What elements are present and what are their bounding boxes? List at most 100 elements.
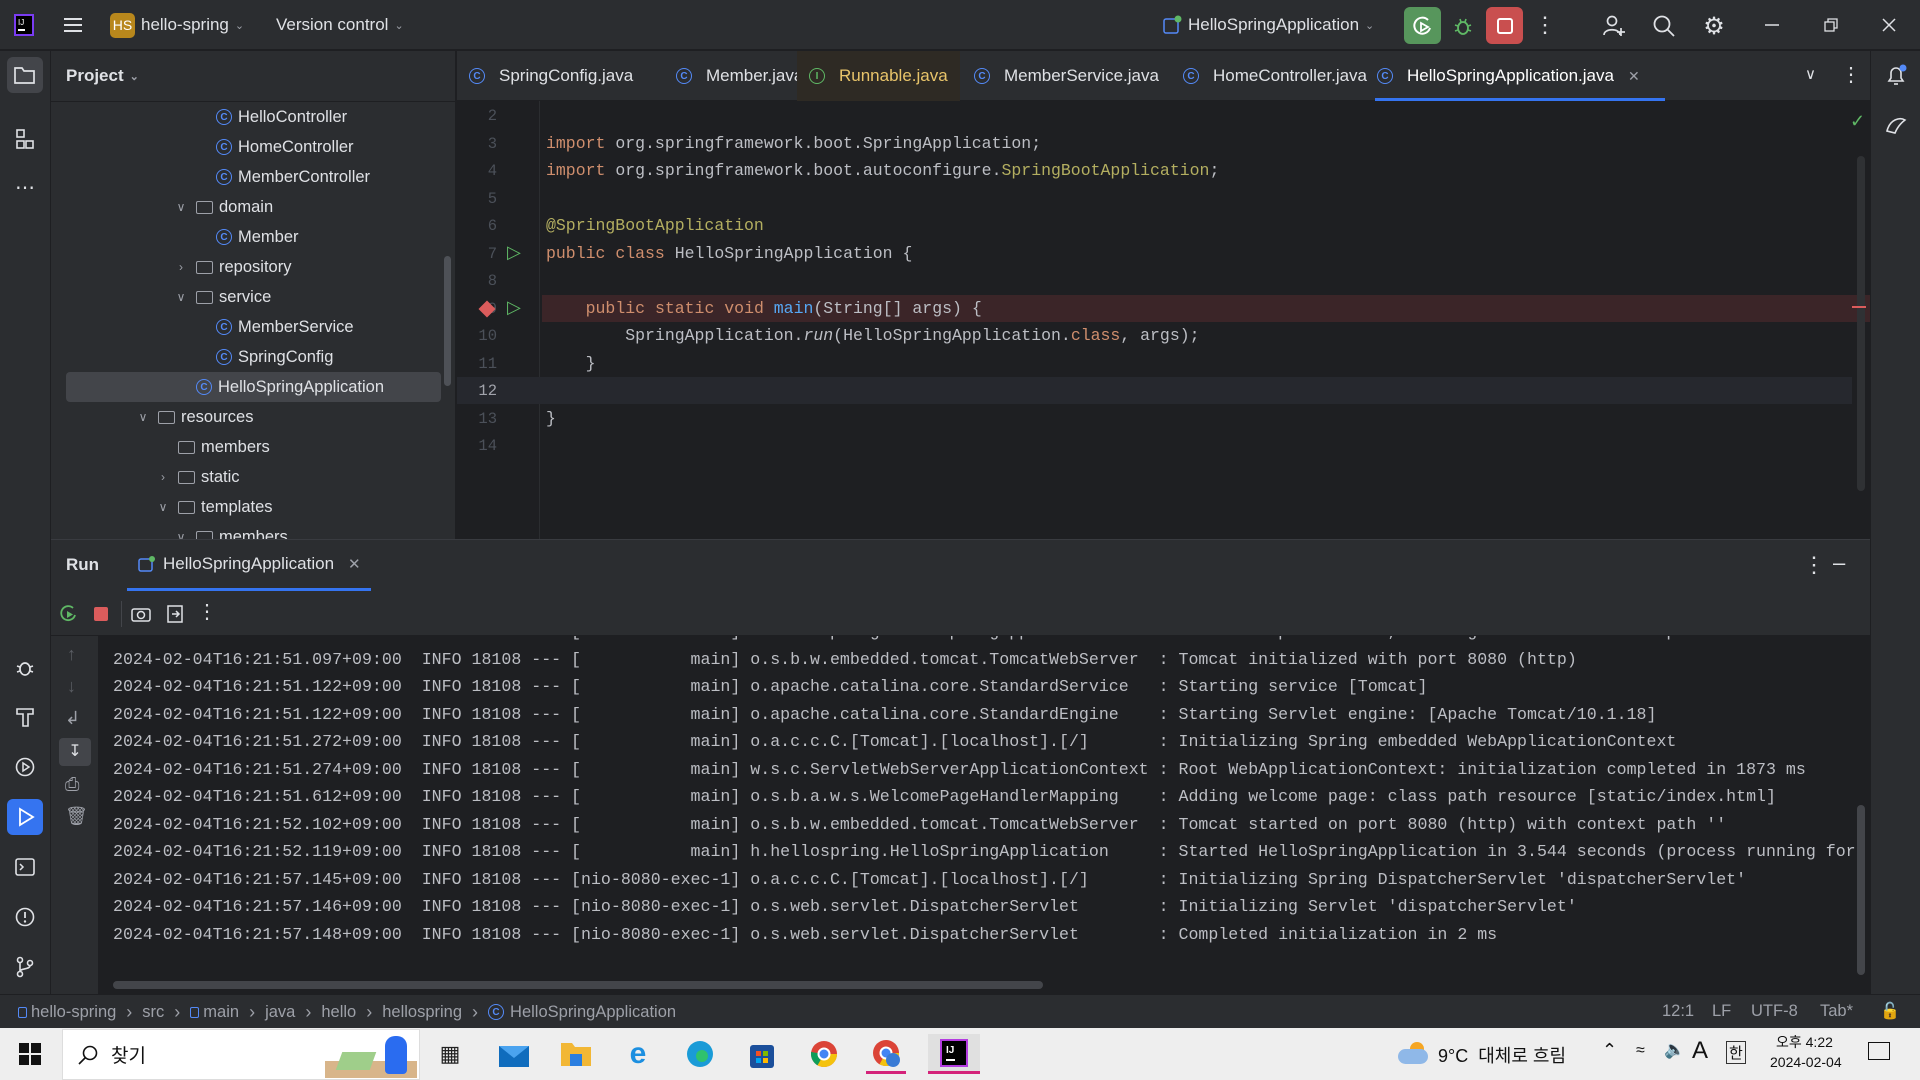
ai-assistant-button[interactable] — [1878, 107, 1914, 143]
project-tool-button[interactable] — [7, 57, 43, 93]
breadcrumb-item[interactable]: main — [203, 1003, 239, 1022]
chevron-down-icon[interactable]: ∨ — [174, 290, 188, 304]
services-tool-button[interactable] — [7, 749, 43, 785]
tab-hellospringapplication-java[interactable]: C HelloSpringApplication.java ✕ — [1365, 51, 1665, 101]
tab-more-icon[interactable]: ⋮ — [1841, 62, 1861, 87]
stop-button[interactable] — [1486, 7, 1523, 44]
close-tab-icon[interactable]: ✕ — [1628, 68, 1640, 85]
input-mode-indicator[interactable]: A — [1692, 1037, 1708, 1065]
tree-item[interactable]: C MemberController — [51, 162, 441, 192]
editor-scrollbar[interactable] — [1857, 156, 1865, 491]
tree-item[interactable]: C HelloController — [51, 102, 441, 132]
tree-item[interactable]: C SpringConfig — [51, 342, 441, 372]
file-explorer-icon[interactable] — [556, 1034, 596, 1074]
tree-item[interactable]: › repository — [51, 252, 441, 282]
chevron-right-icon[interactable]: › — [174, 260, 188, 274]
camera-icon[interactable] — [129, 602, 153, 626]
project-selector[interactable]: HS hello-spring ⌄ — [110, 0, 244, 50]
notifications-button[interactable] — [1878, 57, 1914, 93]
indent-setting[interactable]: Tab* — [1820, 1002, 1853, 1021]
problems-tool-button[interactable] — [7, 899, 43, 935]
chevron-right-icon[interactable]: › — [156, 470, 170, 484]
run-tool-button[interactable] — [7, 799, 43, 835]
task-view-icon[interactable]: ▦ — [430, 1034, 470, 1074]
tree-item[interactable]: members — [51, 432, 441, 462]
clear-trash-icon[interactable]: 🗑 — [65, 806, 88, 827]
chevron-down-icon[interactable]: ∨ — [156, 500, 170, 514]
tab-member-java[interactable]: C Member.java — [664, 51, 815, 101]
settings-gear-icon[interactable]: ⚙ — [1700, 12, 1728, 40]
breadcrumb-item[interactable]: java — [265, 1003, 295, 1022]
version-control-menu[interactable]: Version control ⌄ — [276, 0, 404, 50]
more-tools-icon[interactable]: ⋯ — [7, 169, 43, 205]
chevron-down-icon[interactable]: ∨ — [174, 530, 188, 539]
tab-memberservice-java[interactable]: C MemberService.java — [962, 51, 1171, 101]
tree-item[interactable]: C Member — [51, 222, 441, 252]
restore-button[interactable] — [1818, 12, 1844, 38]
tree-item[interactable]: ∨ members — [51, 522, 441, 539]
scroll-up-icon[interactable]: ↑ — [67, 644, 76, 665]
breadcrumb-item[interactable]: src — [142, 1003, 164, 1022]
git-tool-button[interactable] — [7, 949, 43, 985]
lock-icon[interactable]: 🔓 — [1880, 1001, 1900, 1021]
tab-runnable-java[interactable]: I Runnable.java — [797, 51, 960, 101]
tab-list-chevron-icon[interactable]: ∨ — [1805, 65, 1816, 83]
tree-item[interactable]: ∨ resources — [51, 402, 441, 432]
soft-wrap-icon[interactable]: ↲ — [65, 708, 80, 729]
console-horizontal-scrollbar[interactable] — [113, 981, 1043, 989]
scroll-to-end-icon[interactable]: ↧ — [59, 738, 91, 766]
mail-app-icon[interactable] — [494, 1034, 534, 1074]
ime-indicator[interactable]: 한 — [1726, 1041, 1746, 1064]
debug-button[interactable] — [1448, 7, 1478, 44]
scroll-down-icon[interactable]: ↓ — [67, 676, 76, 697]
console-output[interactable]: 2024-02-04T16:21:47.278+09:00 INFO 18108… — [113, 636, 1918, 976]
hide-panel-icon[interactable]: – — [1833, 550, 1845, 576]
clock-date[interactable]: 2024-02-04 — [1770, 1054, 1842, 1070]
chrome-icon[interactable] — [804, 1034, 844, 1074]
breadcrumb-item[interactable]: hellospring — [382, 1003, 462, 1022]
more-actions-icon[interactable]: ⋮ — [1534, 12, 1556, 38]
rerun-button[interactable] — [1404, 7, 1441, 44]
clock-time[interactable]: 오후 4:22 — [1776, 1032, 1833, 1052]
debug-tool-button[interactable] — [7, 649, 43, 685]
code-editor[interactable]: 2 3 import org.springframework.boot.Spring… — [457, 101, 1870, 539]
tree-item[interactable]: C HelloSpringApplication — [66, 372, 441, 402]
rerun-icon[interactable] — [57, 602, 81, 626]
file-encoding[interactable]: UTF-8 — [1751, 1002, 1798, 1021]
windows-start-icon[interactable] — [10, 1034, 50, 1074]
line-ending[interactable]: LF — [1712, 1002, 1731, 1021]
tree-item[interactable]: ∨ service — [51, 282, 441, 312]
microsoft-store-icon[interactable] — [742, 1034, 782, 1074]
build-tool-button[interactable] — [7, 699, 43, 735]
more-options-icon[interactable]: ⋮ — [1803, 552, 1825, 578]
run-config-selector[interactable]: HelloSpringApplication ⌄ — [1162, 0, 1374, 50]
notification-center-icon[interactable] — [1868, 1042, 1890, 1060]
caret-position[interactable]: 12:1 — [1662, 1002, 1694, 1021]
console-vertical-scrollbar[interactable] — [1857, 805, 1865, 975]
print-icon[interactable]: ⎙ — [65, 774, 79, 795]
search-icon[interactable] — [1650, 12, 1678, 40]
main-menu-icon[interactable] — [62, 0, 84, 50]
run-gutter-icon[interactable]: ▷ — [507, 242, 521, 263]
tree-item[interactable]: › static — [51, 462, 441, 492]
tab-homecontroller-java[interactable]: C HomeController.java — [1171, 51, 1379, 101]
chrome-profile-icon[interactable] — [866, 1034, 906, 1074]
wifi-icon[interactable]: ≈ — [1636, 1042, 1645, 1060]
edge-browser-icon[interactable] — [680, 1034, 720, 1074]
chevron-down-icon[interactable]: ∨ — [174, 200, 188, 214]
tree-item[interactable]: ∨ templates — [51, 492, 441, 522]
tree-item[interactable]: C MemberService — [51, 312, 441, 342]
tree-item[interactable]: C HomeController — [51, 132, 441, 162]
run-tab-hellospringapplication[interactable]: HelloSpringApplication ✕ — [127, 540, 371, 591]
breadcrumb-item[interactable]: hello — [321, 1003, 356, 1022]
volume-icon[interactable]: 🔈 — [1664, 1040, 1685, 1060]
terminal-tool-button[interactable] — [7, 849, 43, 885]
close-window-button[interactable] — [1876, 12, 1902, 38]
tree-item[interactable]: ∨ domain — [51, 192, 441, 222]
chevron-down-icon[interactable]: ∨ — [136, 410, 150, 424]
show-hidden-icons-chevron-icon[interactable]: ⌃ — [1602, 1040, 1617, 1061]
breadcrumb-item[interactable]: HelloSpringApplication — [510, 1003, 676, 1022]
exit-icon[interactable] — [163, 602, 187, 626]
stop-icon[interactable] — [94, 607, 108, 621]
run-gutter-icon[interactable]: ▷ — [507, 297, 521, 318]
